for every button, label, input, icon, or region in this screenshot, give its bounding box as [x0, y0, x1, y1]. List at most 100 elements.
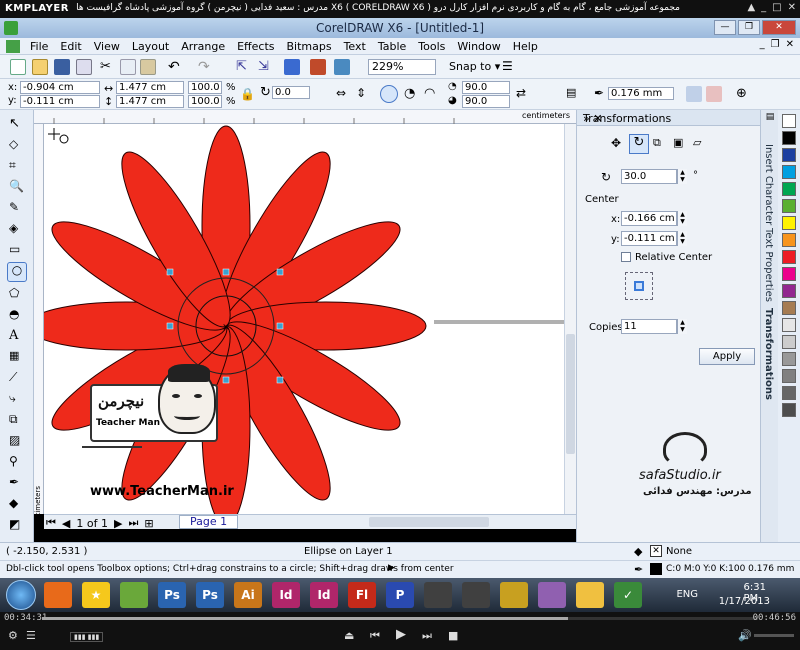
- smart-fill-icon[interactable]: ◈: [9, 221, 25, 237]
- doc-restore-icon[interactable]: ❐: [771, 39, 780, 50]
- tab-text-properties[interactable]: Text Properties: [763, 228, 774, 302]
- color-swatch[interactable]: [782, 250, 796, 264]
- center-y-field[interactable]: -0.111 cm: [621, 231, 677, 246]
- menu-view[interactable]: View: [94, 40, 120, 53]
- apply-button[interactable]: Apply: [699, 348, 755, 365]
- taskbar-app-firefox-icon[interactable]: [44, 582, 72, 608]
- options-icon[interactable]: ☰: [502, 59, 518, 75]
- outline-tool-icon[interactable]: ✒: [9, 475, 25, 491]
- rotate-transform-icon[interactable]: ↻: [629, 134, 649, 154]
- mirror-vertical-icon[interactable]: ⇕: [356, 86, 372, 102]
- color-swatch[interactable]: [782, 165, 796, 179]
- save-icon[interactable]: [54, 59, 70, 75]
- freehand-tool-icon[interactable]: ✎: [9, 200, 25, 216]
- center-anchor-point[interactable]: [634, 281, 644, 291]
- fast-forward-icon[interactable]: ⏭: [422, 629, 432, 643]
- change-direction-icon[interactable]: ⇄: [516, 86, 532, 102]
- color-swatch[interactable]: [782, 318, 796, 332]
- taskbar-app-indesign-icon[interactable]: Id: [272, 582, 300, 608]
- minimize-icon[interactable]: _: [761, 2, 766, 13]
- color-swatch[interactable]: [782, 131, 796, 145]
- last-page-icon[interactable]: ⏭: [128, 516, 138, 530]
- interactive-fill-icon[interactable]: ◩: [9, 517, 25, 533]
- close-icon[interactable]: ✕: [788, 2, 796, 13]
- to-front-icon[interactable]: [686, 86, 702, 102]
- color-swatch[interactable]: [782, 199, 796, 213]
- taskbar-app-explorer-icon[interactable]: [538, 582, 566, 608]
- import-icon[interactable]: ⇱: [236, 59, 252, 75]
- height-field[interactable]: 1.477 cm: [116, 95, 184, 108]
- next-page-icon[interactable]: ▶: [114, 517, 122, 530]
- drawing-canvas[interactable]: × نیچرمن Teacher Man www.TeacherMan.ir: [44, 124, 564, 514]
- pie-mode-icon[interactable]: ◔: [404, 86, 420, 102]
- color-swatch[interactable]: [782, 386, 796, 400]
- playlist-icon[interactable]: ☰: [26, 629, 36, 642]
- zoom-level-select[interactable]: 229%: [368, 59, 436, 75]
- angle-spinner[interactable]: ▲ ▼: [677, 169, 687, 184]
- y-position-field[interactable]: -0.111 cm: [20, 95, 100, 108]
- mirror-horizontal-icon[interactable]: ⇔: [336, 86, 352, 102]
- doc-minimize-icon[interactable]: _: [760, 39, 765, 50]
- convert-to-curves-icon[interactable]: ⊕: [736, 86, 752, 102]
- docker-options-icon[interactable]: ▤: [763, 112, 777, 124]
- copies-spinner[interactable]: ▲ ▼: [677, 319, 687, 334]
- taskbar-app-flash-icon[interactable]: Id: [310, 582, 338, 608]
- taskbar-app-cinema4d-icon[interactable]: [424, 582, 452, 608]
- open-icon[interactable]: [32, 59, 48, 75]
- transparency-tool-icon[interactable]: ▨: [9, 433, 25, 449]
- horizontal-scroll-thumb[interactable]: [369, 517, 489, 527]
- polygon-tool-icon[interactable]: ⬠: [9, 286, 25, 302]
- text-tool-icon[interactable]: A: [9, 328, 25, 344]
- menu-arrange[interactable]: Arrange: [181, 40, 225, 53]
- center-x-field[interactable]: -0.166 cm: [621, 211, 677, 226]
- menu-edit[interactable]: Edit: [60, 40, 81, 53]
- menu-layout[interactable]: Layout: [132, 40, 169, 53]
- first-page-icon[interactable]: ⏮: [46, 516, 56, 530]
- selection-handle[interactable]: [276, 322, 284, 330]
- taskbar-app-photoshop-icon[interactable]: [120, 582, 148, 608]
- menu-bitmaps[interactable]: Bitmaps: [286, 40, 331, 53]
- ellipse-mode-icon[interactable]: [380, 85, 398, 103]
- shape-tool-icon[interactable]: ◇: [9, 137, 25, 153]
- undo-icon[interactable]: ↶: [168, 59, 184, 75]
- ellipse-tool-icon[interactable]: ○: [7, 262, 27, 282]
- taskbar-app-indesign-icon[interactable]: Ai: [234, 582, 262, 608]
- window-close-button[interactable]: ✕: [762, 20, 796, 35]
- wrap-text-icon[interactable]: ▤: [566, 86, 582, 102]
- center-x-spinner[interactable]: ▲ ▼: [677, 211, 687, 226]
- blend-tool-icon[interactable]: ⧉: [9, 412, 25, 428]
- rectangle-tool-icon[interactable]: ▭: [9, 242, 25, 258]
- anchor-point-grid[interactable]: [625, 272, 653, 300]
- menu-help[interactable]: Help: [513, 40, 538, 53]
- rotation-field[interactable]: 0.0: [272, 86, 310, 99]
- basic-shapes-icon[interactable]: ◓: [9, 307, 25, 323]
- rotation-center-marker[interactable]: ×: [222, 322, 230, 333]
- language-indicator[interactable]: ENG: [676, 589, 698, 600]
- play-icon[interactable]: ▶: [396, 627, 406, 642]
- menu-text[interactable]: Text: [344, 40, 366, 53]
- horizontal-ruler[interactable]: centimeters: [34, 110, 576, 124]
- color-swatch[interactable]: [782, 352, 796, 366]
- to-back-icon[interactable]: [706, 86, 722, 102]
- outline-width-select[interactable]: 0.176 mm: [608, 87, 674, 100]
- redo-icon[interactable]: ↷: [198, 59, 214, 75]
- color-swatch[interactable]: [782, 335, 796, 349]
- taskbar-app-disc-icon[interactable]: [500, 582, 528, 608]
- stop-icon[interactable]: ■: [448, 629, 458, 642]
- volume-slider[interactable]: [754, 634, 794, 637]
- arc-mode-icon[interactable]: ◠: [424, 86, 440, 102]
- position-transform-icon[interactable]: ✥: [611, 136, 627, 152]
- color-swatch[interactable]: [782, 369, 796, 383]
- new-document-icon[interactable]: [10, 59, 26, 75]
- menu-file[interactable]: File: [30, 40, 48, 53]
- copy-icon[interactable]: [120, 59, 136, 75]
- copies-field[interactable]: 11: [621, 319, 677, 334]
- eyedropper-tool-icon[interactable]: ⚲: [9, 454, 25, 470]
- skew-transform-icon[interactable]: ▱: [693, 136, 709, 152]
- volume-icon[interactable]: 🔊: [738, 629, 752, 642]
- color-swatch[interactable]: [782, 233, 796, 247]
- width-field[interactable]: 1.477 cm: [116, 81, 184, 94]
- taskbar-app-corel-icon[interactable]: ★: [82, 582, 110, 608]
- color-swatch[interactable]: [782, 284, 796, 298]
- window-minimize-button[interactable]: —: [714, 20, 736, 35]
